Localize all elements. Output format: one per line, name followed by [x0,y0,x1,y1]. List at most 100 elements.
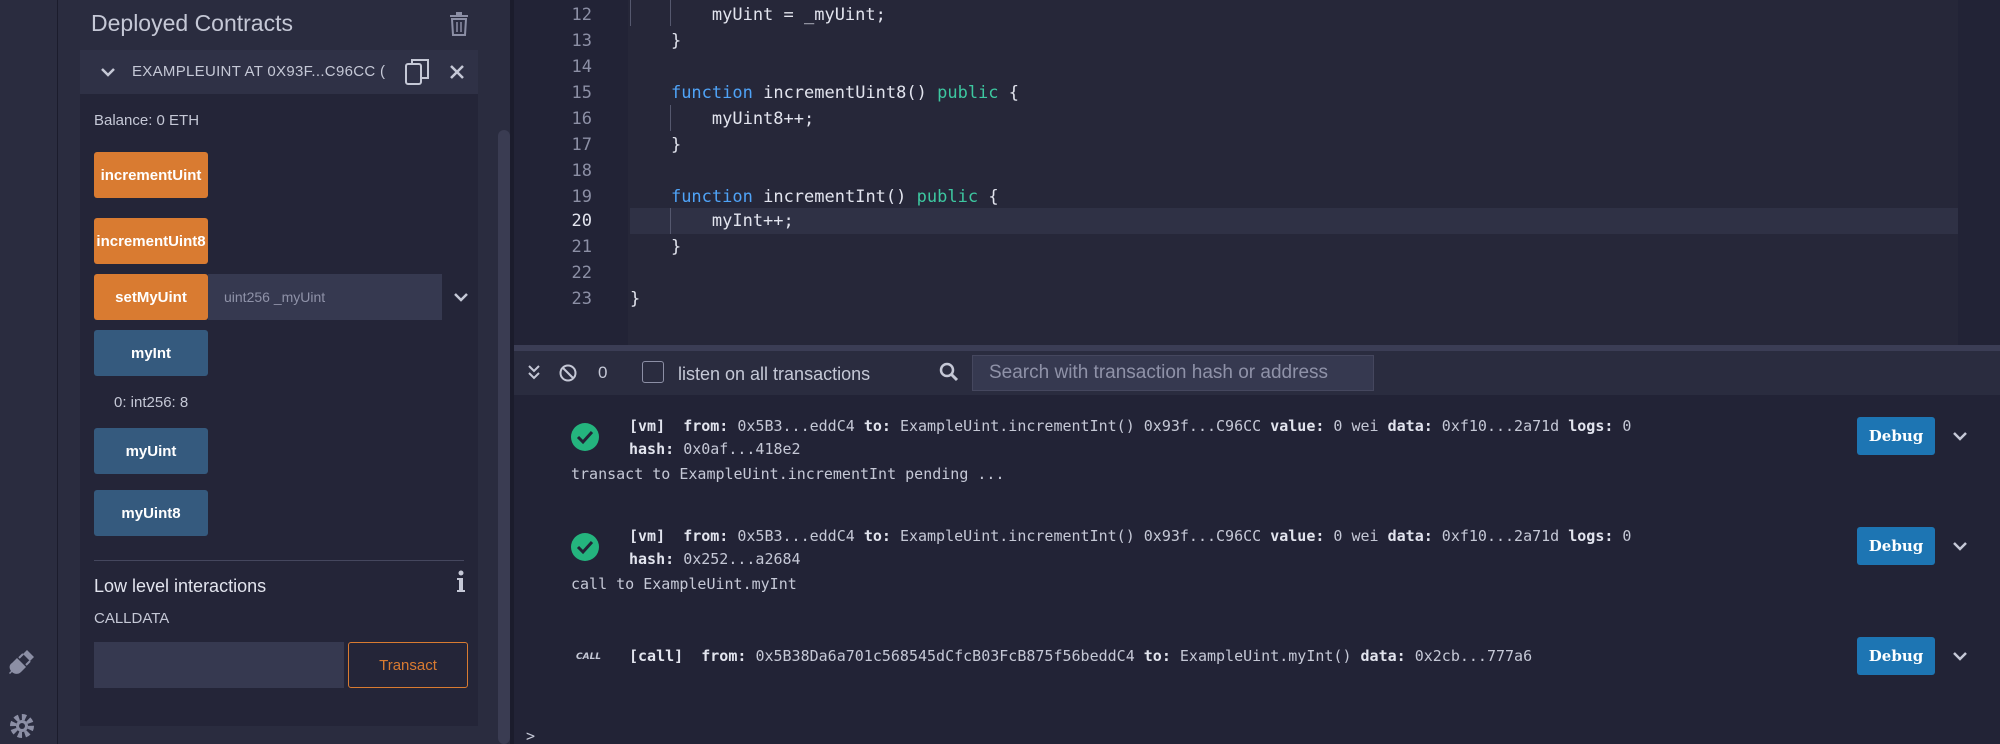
log-value: 0 wei [1333,527,1379,545]
log-hash-line: hash: 0x0af...418e2 [629,440,801,458]
increment-uint-button[interactable]: incrementUint [94,152,208,198]
log-hash-label: hash: [629,550,675,568]
log-from-label: from: [683,417,729,435]
terminal-prompt[interactable]: > [526,727,535,744]
low-level-title: Low level interactions [94,576,267,596]
plugin-icon[interactable] [4,644,40,680]
chevron-down-icon[interactable] [1949,535,1971,557]
copy-icon[interactable] [405,58,431,86]
log-to: ExampleUint.myInt() [1179,647,1352,665]
line-number: 16 [571,109,592,129]
code-line: } [630,289,641,309]
code-line: myUint8++; [630,109,815,129]
log-logs-label: logs: [1568,527,1614,545]
increment-uint8-button[interactable]: incrementUint8 [94,218,208,264]
set-my-uint-button[interactable]: setMyUint [94,274,208,320]
log-tag: [call] [629,647,684,665]
log-from: 0x5B38Da6a701c568545dCfcB03FcB875f56bedd… [755,647,1135,665]
code-line-active: myInt++; [630,211,794,231]
debug-button[interactable]: Debug [1857,417,1935,455]
chevron-down-icon[interactable] [1949,645,1971,667]
log-tag: [vm] [629,417,666,435]
panel-scrollbar[interactable] [498,130,510,744]
chevron-down-icon[interactable] [1949,425,1971,447]
log-value-label: value: [1270,527,1325,545]
transact-button[interactable]: Transact [348,642,468,688]
line-number: 12 [571,5,592,25]
my-uint-input[interactable]: uint256 _myUint [208,274,442,320]
listen-checkbox[interactable] [642,361,664,383]
line-number: 22 [571,263,592,283]
instance-header[interactable]: EXAMPLEUINT AT 0X93F...C96CC (MEMORY) [80,50,478,94]
log-data: 0xf10...2a71d [1441,417,1560,435]
search-input[interactable]: Search with transaction hash or address [972,355,1374,391]
deployed-contracts-title: Deployed Contracts [91,10,293,36]
log-data-label: data: [1360,647,1406,665]
log-value-label: value: [1270,417,1325,435]
log-details[interactable]: [call] from: 0x5B38Da6a701c568545dCfcB03… [629,647,1532,665]
search-icon [938,361,960,383]
info-icon[interactable] [454,570,468,594]
line-number: 17 [571,135,592,155]
log-logs: 0 [1622,417,1632,435]
terminal-output: [vm] from: 0x5B3...eddC4 to: ExampleUint… [514,395,2000,744]
log-to: ExampleUint.incrementInt() 0x93f...C96CC [899,417,1262,435]
log-hash-label: hash: [629,440,675,458]
function-name: incrementInt() [763,187,907,207]
log-to-label: to: [863,527,891,545]
log-tag: [vm] [629,527,666,545]
log-message: call to ExampleUint.myInt [571,575,797,593]
double-chevron-down-icon[interactable] [524,363,544,383]
line-number: 14 [571,57,592,77]
calldata-label: CALLDATA [94,610,170,627]
settings-gear-icon[interactable] [4,708,40,744]
my-int-button[interactable]: myInt [94,330,208,376]
log-from: 0x5B3...eddC4 [737,527,855,545]
instance-name: EXAMPLEUINT AT 0X93F...C96CC (MEMORY) [132,63,386,80]
line-number: 23 [571,289,592,309]
deploy-run-panel: Deployed Contracts EXAMPLEUINT AT 0X93F.… [58,0,510,744]
chevron-down-icon[interactable] [98,62,118,82]
trash-icon[interactable] [448,12,470,36]
keyword-function: function [670,83,753,103]
log-hash: 0x0af...418e2 [683,440,801,458]
terminal-toolbar: 0 listen on all transactions Search with… [514,351,2000,395]
log-value: 0 wei [1333,417,1379,435]
log-logs: 0 [1622,527,1632,545]
line-number: 18 [571,161,592,181]
pending-tx-count: 0 [598,363,608,382]
log-logs-label: logs: [1568,417,1614,435]
log-to-label: to: [1143,647,1171,665]
function-name: incrementUint8() [763,83,927,103]
chevron-down-icon[interactable] [450,286,472,308]
calldata-input[interactable] [94,642,344,688]
icon-panel [0,0,58,744]
code-editor[interactable]: 12 myUint = _myUint; 13 } 14 15 function… [514,0,2000,345]
code-line: function incrementInt() public { [630,187,999,207]
instance-balance: Balance: 0 ETH [94,112,200,129]
success-check-icon [570,532,600,562]
debug-button[interactable]: Debug [1857,637,1935,675]
code-line: } [630,135,682,155]
code-line: } [630,237,682,257]
code-line: function incrementUint8() public { [630,83,1019,103]
log-data-label: data: [1387,527,1433,545]
code-line: myUint = _myUint; [630,5,886,25]
log-hash: 0x252...a2684 [683,550,801,568]
debug-button[interactable]: Debug [1857,527,1935,565]
close-icon[interactable] [446,61,468,83]
log-details[interactable]: [vm] from: 0x5B3...eddC4 to: ExampleUint… [629,417,1631,435]
divider [94,560,464,561]
log-from: 0x5B3...eddC4 [737,417,855,435]
my-uint-button[interactable]: myUint [94,428,208,474]
code-area[interactable] [628,0,1958,345]
keyword-public: public [937,83,999,103]
contract-instance: EXAMPLEUINT AT 0X93F...C96CC (MEMORY) Ba… [80,50,478,726]
clear-console-icon[interactable] [558,363,578,383]
listen-label: listen on all transactions [678,364,871,384]
line-number: 15 [571,83,592,103]
keyword-function: function [670,187,753,207]
log-details[interactable]: [vm] from: 0x5B3...eddC4 to: ExampleUint… [629,527,1631,545]
my-uint8-button[interactable]: myUint8 [94,490,208,536]
my-int-output: 0: int256: 8 [114,394,189,411]
